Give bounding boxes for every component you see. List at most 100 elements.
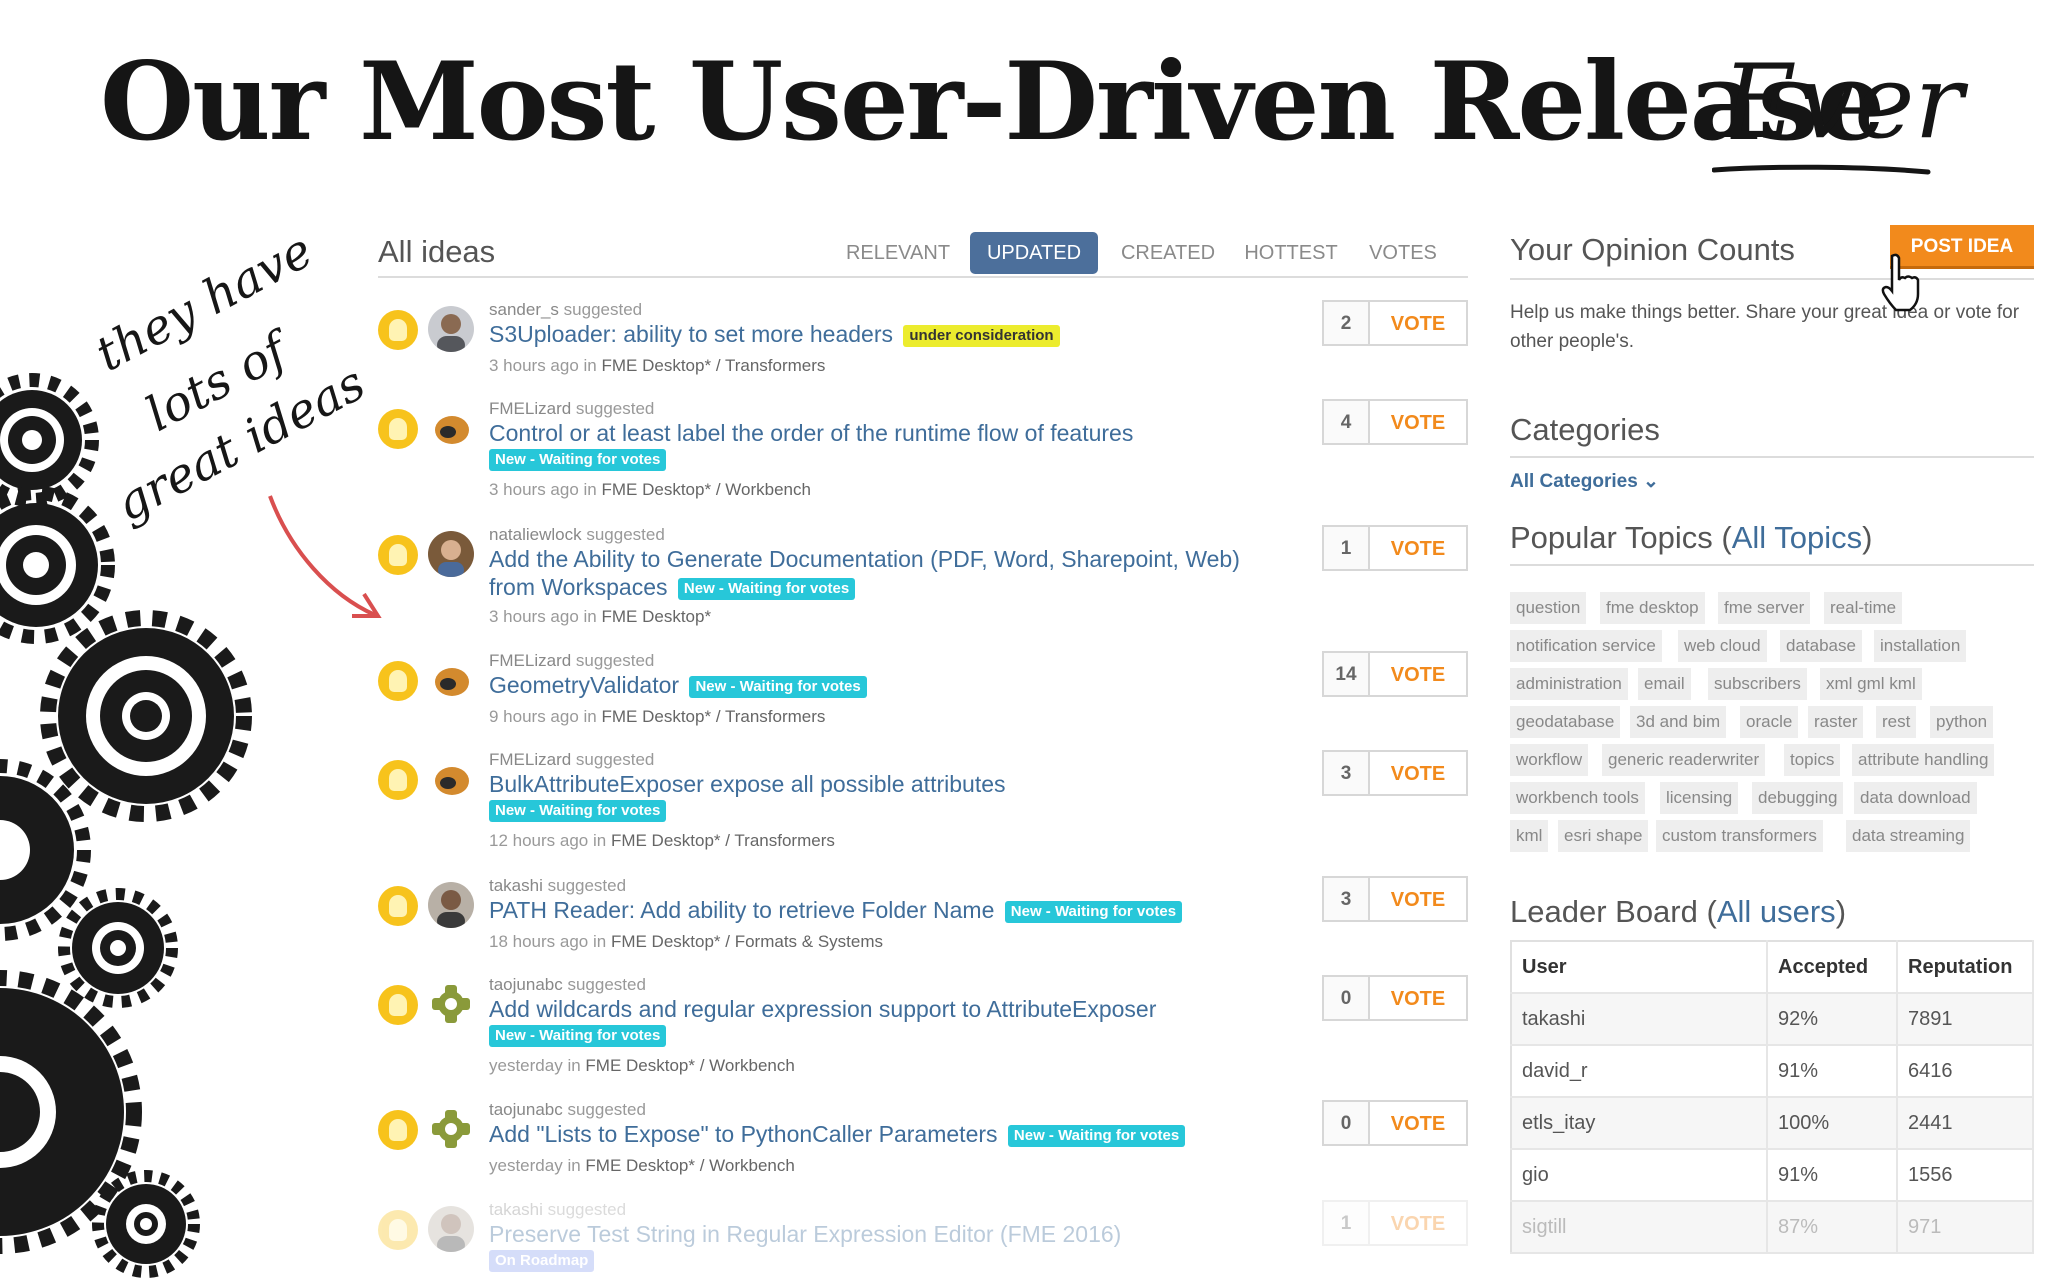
avatar[interactable] [428,306,474,352]
topic-tag[interactable]: data download [1854,782,1977,814]
idea-product[interactable]: FME Desktop* [611,932,721,951]
idea-title[interactable]: PATH Reader: Add ability to retrieve Fol… [489,897,994,923]
vote-button[interactable]: VOTE [1368,1200,1468,1246]
topic-tag[interactable]: email [1638,668,1691,700]
idea-product[interactable]: FME Desktop* [602,707,712,726]
leader-user[interactable]: etls_itay [1511,1097,1768,1150]
idea-product[interactable]: FME Desktop* [602,607,712,626]
idea-author[interactable]: taojunabc [489,975,563,994]
idea-title-link[interactable]: GeometryValidator New - Waiting for vote… [489,671,1249,699]
topic-tag[interactable]: kml [1510,820,1549,852]
topic-tag[interactable]: real-time [1824,592,1903,624]
idea-author[interactable]: FMELizard [489,750,571,769]
idea-title[interactable]: Add "Lists to Expose" to PythonCaller Pa… [489,1121,998,1147]
tab-hottest[interactable]: HOTTEST [1236,232,1346,274]
topic-tag[interactable]: 3d and bim [1630,706,1727,738]
idea-category[interactable]: Transformers [734,831,834,850]
vote-button[interactable]: VOTE [1368,750,1468,796]
topic-tag[interactable]: question [1510,592,1587,624]
idea-product[interactable]: FME Desktop* [611,831,721,850]
idea-title[interactable]: Add wildcards and regular expression sup… [489,996,1156,1022]
topic-tag[interactable]: geodatabase [1510,706,1621,738]
avatar[interactable] [428,756,474,802]
idea-author[interactable]: takashi [489,1200,543,1219]
idea-title-link[interactable]: S3Uploader: ability to set more headers … [489,320,1249,348]
avatar[interactable] [428,531,474,577]
idea-title[interactable]: Add the Ability to Generate Documentatio… [489,546,1240,600]
topic-tag[interactable]: esri shape [1558,820,1649,852]
idea-title[interactable]: GeometryValidator [489,672,679,698]
leader-user[interactable]: gio [1511,1149,1768,1202]
idea-author[interactable]: takashi [489,876,543,895]
idea-author[interactable]: taojunabc [489,1100,563,1119]
idea-product[interactable]: FME Desktop* [602,356,712,375]
leader-user[interactable]: sigtill [1511,1201,1768,1254]
topic-tag[interactable]: debugging [1752,782,1844,814]
vote-button[interactable]: VOTE [1368,1100,1468,1146]
topic-tag[interactable]: fme desktop [1600,592,1705,624]
vote-button[interactable]: VOTE [1368,876,1468,922]
avatar[interactable] [428,1206,474,1252]
idea-title-link[interactable]: Control or at least label the order of t… [489,419,1249,447]
topic-tag[interactable]: rest [1876,706,1917,738]
idea-category[interactable]: Workbench [725,480,811,499]
tab-created[interactable]: CREATED [1112,232,1224,274]
avatar[interactable] [428,1106,474,1152]
topic-tag[interactable]: workflow [1510,744,1589,776]
idea-title-link[interactable]: BulkAttributeExposer expose all possible… [489,770,1249,798]
topic-tag[interactable]: xml gml kml [1820,668,1922,700]
vote-button[interactable]: VOTE [1368,300,1468,346]
idea-category[interactable]: Transformers [725,356,825,375]
idea-title[interactable]: BulkAttributeExposer expose all possible… [489,771,1006,797]
all-categories-dropdown[interactable]: All Categories ⌄ [1510,470,1659,493]
idea-category[interactable]: Formats & Systems [735,932,883,951]
idea-title-link[interactable]: PATH Reader: Add ability to retrieve Fol… [489,896,1309,924]
avatar[interactable] [428,981,474,1027]
topic-tag[interactable]: generic readerwriter [1602,744,1766,776]
topic-tag[interactable]: workbench tools [1510,782,1645,814]
vote-button[interactable]: VOTE [1368,399,1468,445]
tab-votes[interactable]: VOTES [1358,232,1448,274]
topic-tag[interactable]: licensing [1660,782,1739,814]
topic-tag[interactable]: topics [1784,744,1841,776]
topic-tag[interactable]: fme server [1718,592,1811,624]
idea-category[interactable]: Workbench [709,1156,795,1175]
idea-title[interactable]: Control or at least label the order of t… [489,420,1133,446]
topic-tag[interactable]: python [1930,706,1994,738]
idea-product[interactable]: FME Desktop* [602,480,712,499]
topic-tag[interactable]: data streaming [1846,820,1971,852]
idea-category[interactable]: Transformers [725,707,825,726]
idea-title[interactable]: Preserve Test String in Regular Expressi… [489,1221,1121,1247]
topic-tag[interactable]: database [1780,630,1862,662]
avatar[interactable] [428,657,474,703]
topic-tag[interactable]: custom transformers [1656,820,1823,852]
idea-title-link[interactable]: Add "Lists to Expose" to PythonCaller Pa… [489,1120,1309,1148]
idea-author[interactable]: nataliewlock [489,525,582,544]
idea-title-link[interactable]: Preserve Test String in Regular Expressi… [489,1220,1249,1248]
topic-tag[interactable]: oracle [1740,706,1799,738]
idea-author[interactable]: sander_s [489,300,559,319]
vote-button[interactable]: VOTE [1368,651,1468,697]
topic-tag[interactable]: notification service [1510,630,1662,662]
vote-button[interactable]: VOTE [1368,525,1468,571]
vote-button[interactable]: VOTE [1368,975,1468,1021]
idea-author[interactable]: FMELizard [489,399,571,418]
idea-category[interactable]: Workbench [709,1056,795,1075]
all-users-link[interactable]: All users [1717,894,1836,929]
all-topics-link[interactable]: All Topics [1732,520,1862,555]
topic-tag[interactable]: subscribers [1708,668,1807,700]
leader-user[interactable]: david_r [1511,1045,1768,1098]
topic-tag[interactable]: raster [1808,706,1864,738]
topic-tag[interactable]: installation [1874,630,1967,662]
idea-product[interactable]: FME Desktop* [585,1056,695,1075]
idea-title-link[interactable]: Add wildcards and regular expression sup… [489,995,1249,1023]
topic-tag[interactable]: web cloud [1678,630,1767,662]
idea-product[interactable]: FME Desktop* [585,1156,695,1175]
idea-title-link[interactable]: Add the Ability to Generate Documentatio… [489,545,1269,601]
avatar[interactable] [428,882,474,928]
leader-user[interactable]: takashi [1511,993,1768,1046]
tab-updated[interactable]: UPDATED [970,232,1098,274]
idea-title[interactable]: S3Uploader: ability to set more headers [489,321,893,347]
idea-author[interactable]: FMELizard [489,651,571,670]
topic-tag[interactable]: administration [1510,668,1628,700]
